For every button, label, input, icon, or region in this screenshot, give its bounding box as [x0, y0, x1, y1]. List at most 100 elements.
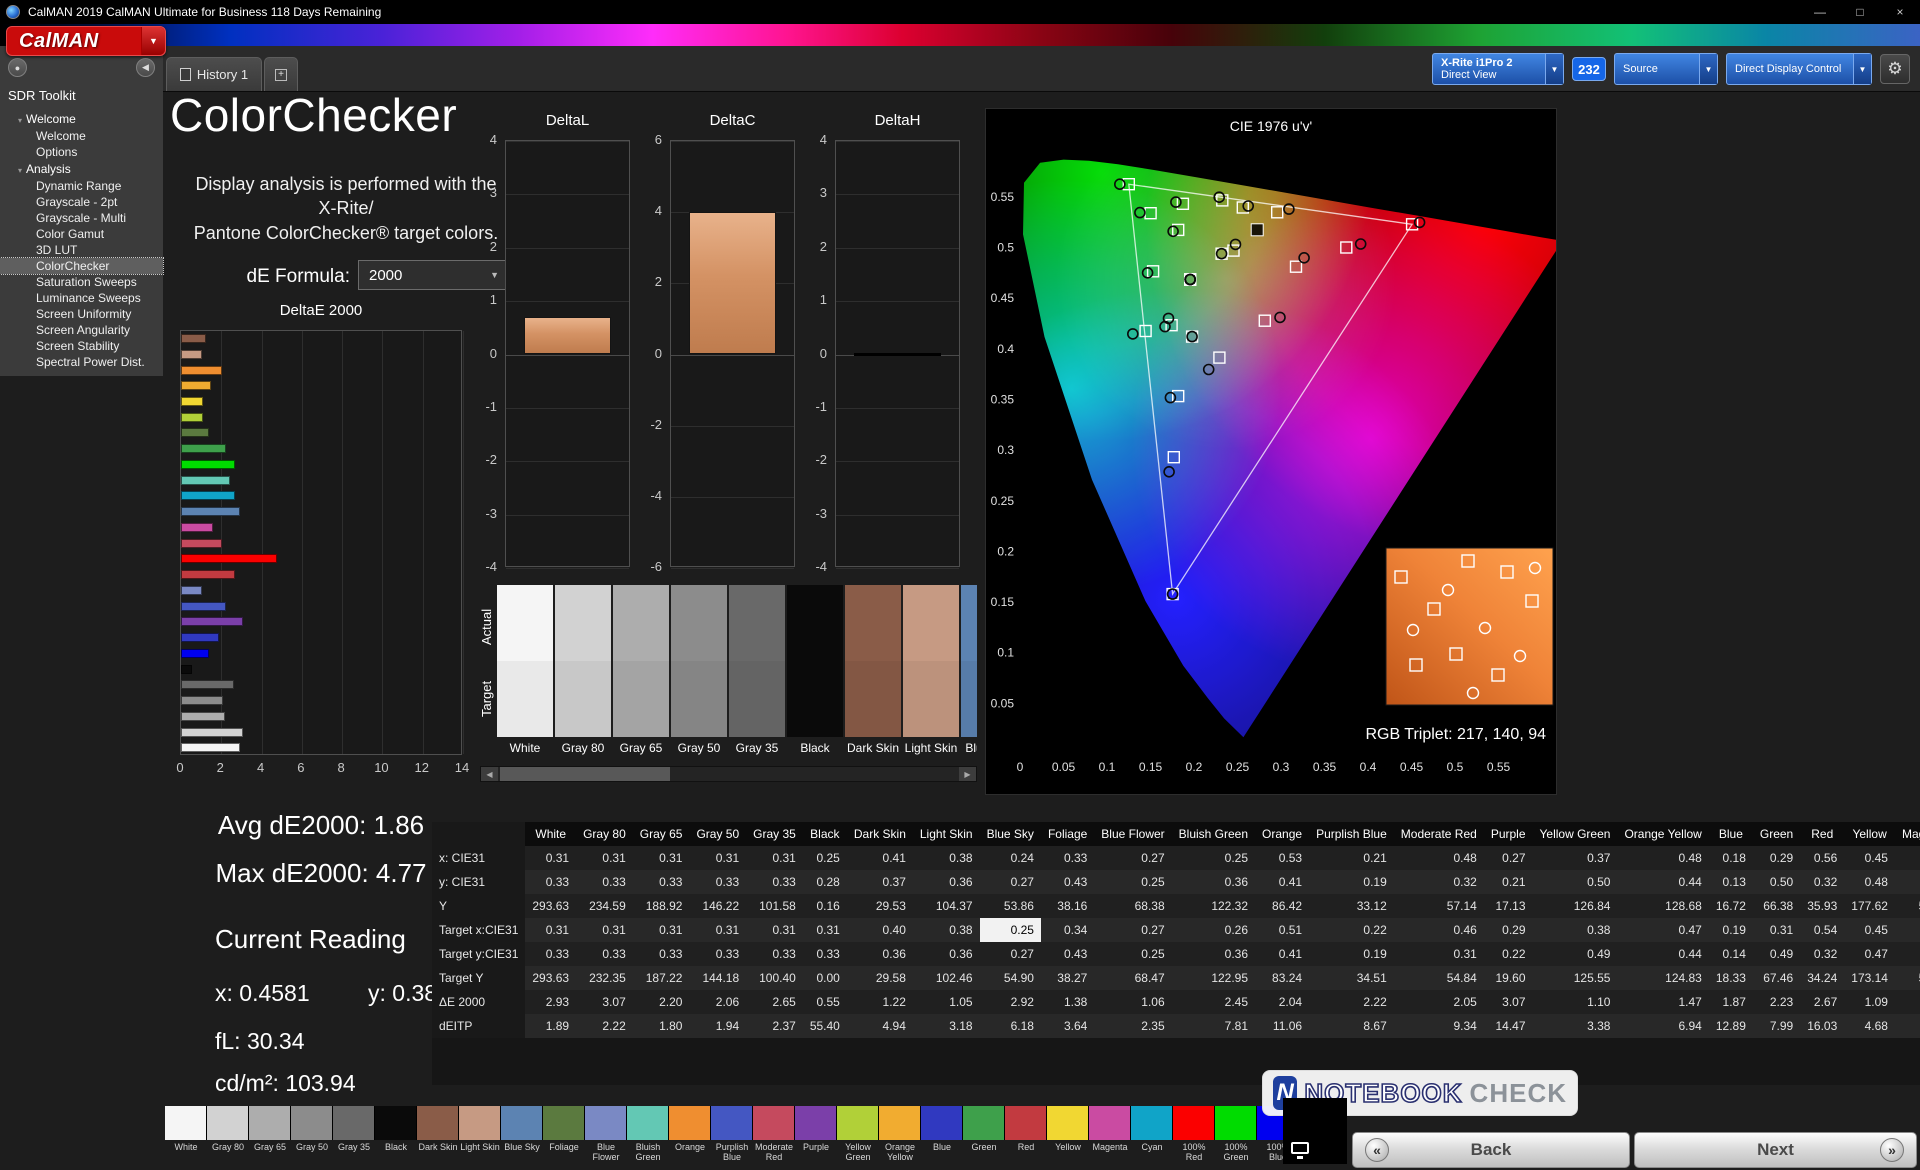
cell-white-ty[interactable]: 0.33	[525, 942, 576, 966]
cell-foliage-tY[interactable]: 38.27	[1041, 966, 1094, 990]
cell-magenta-deitp[interactable]: 7.73	[1895, 1014, 1920, 1038]
cell-magenta-ty[interactable]: 0.25	[1895, 942, 1920, 966]
cell-yellow-x[interactable]: 0.45	[1844, 846, 1895, 870]
cell-orange-yellow-Y[interactable]: 128.68	[1617, 894, 1708, 918]
cell-moderate-red-tx[interactable]: 0.46	[1394, 918, 1484, 942]
cell-light-skin-tx[interactable]: 0.38	[913, 918, 980, 942]
cell-blue-sky-y[interactable]: 0.27	[980, 870, 1041, 894]
cell-gray-65-de[interactable]: 2.20	[633, 990, 690, 1014]
cell-blue-sky-Y[interactable]: 53.86	[980, 894, 1041, 918]
sidebar-item-screen-uniformity[interactable]: Screen Uniformity	[0, 306, 163, 322]
strip-patch-orange[interactable]: Orange	[669, 1106, 711, 1163]
cell-orange-yellow-ty[interactable]: 0.44	[1617, 942, 1708, 966]
cell-purple-ty[interactable]: 0.22	[1484, 942, 1533, 966]
strip-patch-blue[interactable]: Blue	[921, 1106, 963, 1163]
cell-blue-flower-Y[interactable]: 68.38	[1094, 894, 1171, 918]
cell-yellow-green-deitp[interactable]: 3.38	[1533, 1014, 1618, 1038]
cell-dark-skin-x[interactable]: 0.41	[847, 846, 913, 870]
cell-moderate-red-x[interactable]: 0.48	[1394, 846, 1484, 870]
cell-light-skin-ty[interactable]: 0.36	[913, 942, 980, 966]
cell-yellow-de[interactable]: 1.09	[1844, 990, 1895, 1014]
strip-patch-moderate-red[interactable]: Moderate Red	[753, 1106, 795, 1163]
cell-purplish-blue-y[interactable]: 0.19	[1309, 870, 1394, 894]
strip-patch-red[interactable]: Red	[1005, 1106, 1047, 1163]
cell-foliage-ty[interactable]: 0.43	[1041, 942, 1094, 966]
chevron-down-icon[interactable]: ▼	[141, 27, 165, 55]
strip-patch-blue-sky[interactable]: Blue Sky	[501, 1106, 543, 1163]
cell-gray-50-y[interactable]: 0.33	[689, 870, 746, 894]
new-history-tab-button[interactable]: +	[264, 57, 298, 91]
strip-patch-dark-skin[interactable]: Dark Skin	[417, 1106, 459, 1163]
strip-patch-white[interactable]: White	[165, 1106, 207, 1163]
cell-purple-x[interactable]: 0.27	[1484, 846, 1533, 870]
cell-bluish-green-tY[interactable]: 122.95	[1172, 966, 1255, 990]
cell-bluish-green-x[interactable]: 0.25	[1172, 846, 1255, 870]
cell-moderate-red-deitp[interactable]: 9.34	[1394, 1014, 1484, 1038]
cell-light-skin-deitp[interactable]: 3.18	[913, 1014, 980, 1038]
cell-gray-80-deitp[interactable]: 2.22	[576, 1014, 633, 1038]
sidebar-item-color-gamut[interactable]: Color Gamut	[0, 226, 163, 242]
strip-patch-gray-35[interactable]: Gray 35	[333, 1106, 375, 1163]
cell-light-skin-Y[interactable]: 104.37	[913, 894, 980, 918]
cell-red-tY[interactable]: 34.24	[1800, 966, 1844, 990]
cell-orange-y[interactable]: 0.41	[1255, 870, 1309, 894]
strip-patch-green[interactable]: Green	[963, 1106, 1005, 1163]
cell-magenta-y[interactable]: 0.25	[1895, 870, 1920, 894]
cell-blue-flower-de[interactable]: 1.06	[1094, 990, 1171, 1014]
cell-orange-ty[interactable]: 0.41	[1255, 942, 1309, 966]
sidebar-item-saturation-sweeps[interactable]: Saturation Sweeps	[0, 274, 163, 290]
cell-gray-50-x[interactable]: 0.31	[689, 846, 746, 870]
cell-moderate-red-Y[interactable]: 57.14	[1394, 894, 1484, 918]
cell-green-de[interactable]: 2.23	[1753, 990, 1800, 1014]
cell-blue-sky-tx[interactable]: 0.25	[980, 918, 1041, 942]
cell-foliage-de[interactable]: 1.38	[1041, 990, 1094, 1014]
sidebar-item-options[interactable]: Options	[0, 144, 163, 160]
cell-gray-65-tx[interactable]: 0.31	[633, 918, 690, 942]
chevron-down-icon[interactable]: ▼	[1853, 54, 1871, 84]
cell-orange-yellow-de[interactable]: 1.47	[1617, 990, 1708, 1014]
cell-orange-Y[interactable]: 86.42	[1255, 894, 1309, 918]
cell-gray-35-tY[interactable]: 100.40	[746, 966, 803, 990]
de-formula-dropdown[interactable]: 2000 ▼	[358, 260, 506, 290]
cell-blue-flower-y[interactable]: 0.25	[1094, 870, 1171, 894]
cell-magenta-tY[interactable]: 55.28	[1895, 966, 1920, 990]
cell-blue-sky-tY[interactable]: 54.90	[980, 966, 1041, 990]
scroll-right-icon[interactable]: ▶	[959, 767, 976, 781]
sidebar-collapse-button[interactable]: ◀	[136, 58, 155, 77]
cell-green-x[interactable]: 0.29	[1753, 846, 1800, 870]
cell-gray-80-ty[interactable]: 0.33	[576, 942, 633, 966]
cell-orange-yellow-tx[interactable]: 0.47	[1617, 918, 1708, 942]
scroll-left-icon[interactable]: ◀	[481, 767, 498, 781]
cell-orange-deitp[interactable]: 11.06	[1255, 1014, 1309, 1038]
cell-gray-80-tx[interactable]: 0.31	[576, 918, 633, 942]
cell-gray-35-x[interactable]: 0.31	[746, 846, 803, 870]
cell-green-Y[interactable]: 66.38	[1753, 894, 1800, 918]
cell-black-y[interactable]: 0.28	[803, 870, 847, 894]
strip-patch-purplish-blue[interactable]: Purplish Blue	[711, 1106, 753, 1163]
cell-green-deitp[interactable]: 7.99	[1753, 1014, 1800, 1038]
cell-orange-yellow-tY[interactable]: 124.83	[1617, 966, 1708, 990]
cell-orange-tx[interactable]: 0.51	[1255, 918, 1309, 942]
cell-red-y[interactable]: 0.32	[1800, 870, 1844, 894]
cell-yellow-deitp[interactable]: 4.68	[1844, 1014, 1895, 1038]
cell-purple-tY[interactable]: 19.60	[1484, 966, 1533, 990]
cell-white-tY[interactable]: 293.63	[525, 966, 576, 990]
cell-white-x[interactable]: 0.31	[525, 846, 576, 870]
cell-red-x[interactable]: 0.56	[1800, 846, 1844, 870]
strip-patch-gray-65[interactable]: Gray 65	[249, 1106, 291, 1163]
cell-dark-skin-deitp[interactable]: 4.94	[847, 1014, 913, 1038]
strip-patch-orange-yellow[interactable]: Orange Yellow	[879, 1106, 921, 1163]
source-dropdown[interactable]: Source ▼	[1614, 53, 1718, 85]
cell-green-y[interactable]: 0.50	[1753, 870, 1800, 894]
strip-patch-100-green[interactable]: 100% Green	[1215, 1106, 1257, 1163]
cell-gray-50-deitp[interactable]: 1.94	[689, 1014, 746, 1038]
cell-magenta-tx[interactable]: 0.37	[1895, 918, 1920, 942]
cell-purplish-blue-Y[interactable]: 33.12	[1309, 894, 1394, 918]
cell-purplish-blue-x[interactable]: 0.21	[1309, 846, 1394, 870]
cell-red-tx[interactable]: 0.54	[1800, 918, 1844, 942]
cell-green-ty[interactable]: 0.49	[1753, 942, 1800, 966]
cell-white-Y[interactable]: 293.63	[525, 894, 576, 918]
strip-patch-cyan[interactable]: Cyan	[1131, 1106, 1173, 1163]
sidebar-item-screen-stability[interactable]: Screen Stability	[0, 338, 163, 354]
cell-gray-50-tx[interactable]: 0.31	[689, 918, 746, 942]
